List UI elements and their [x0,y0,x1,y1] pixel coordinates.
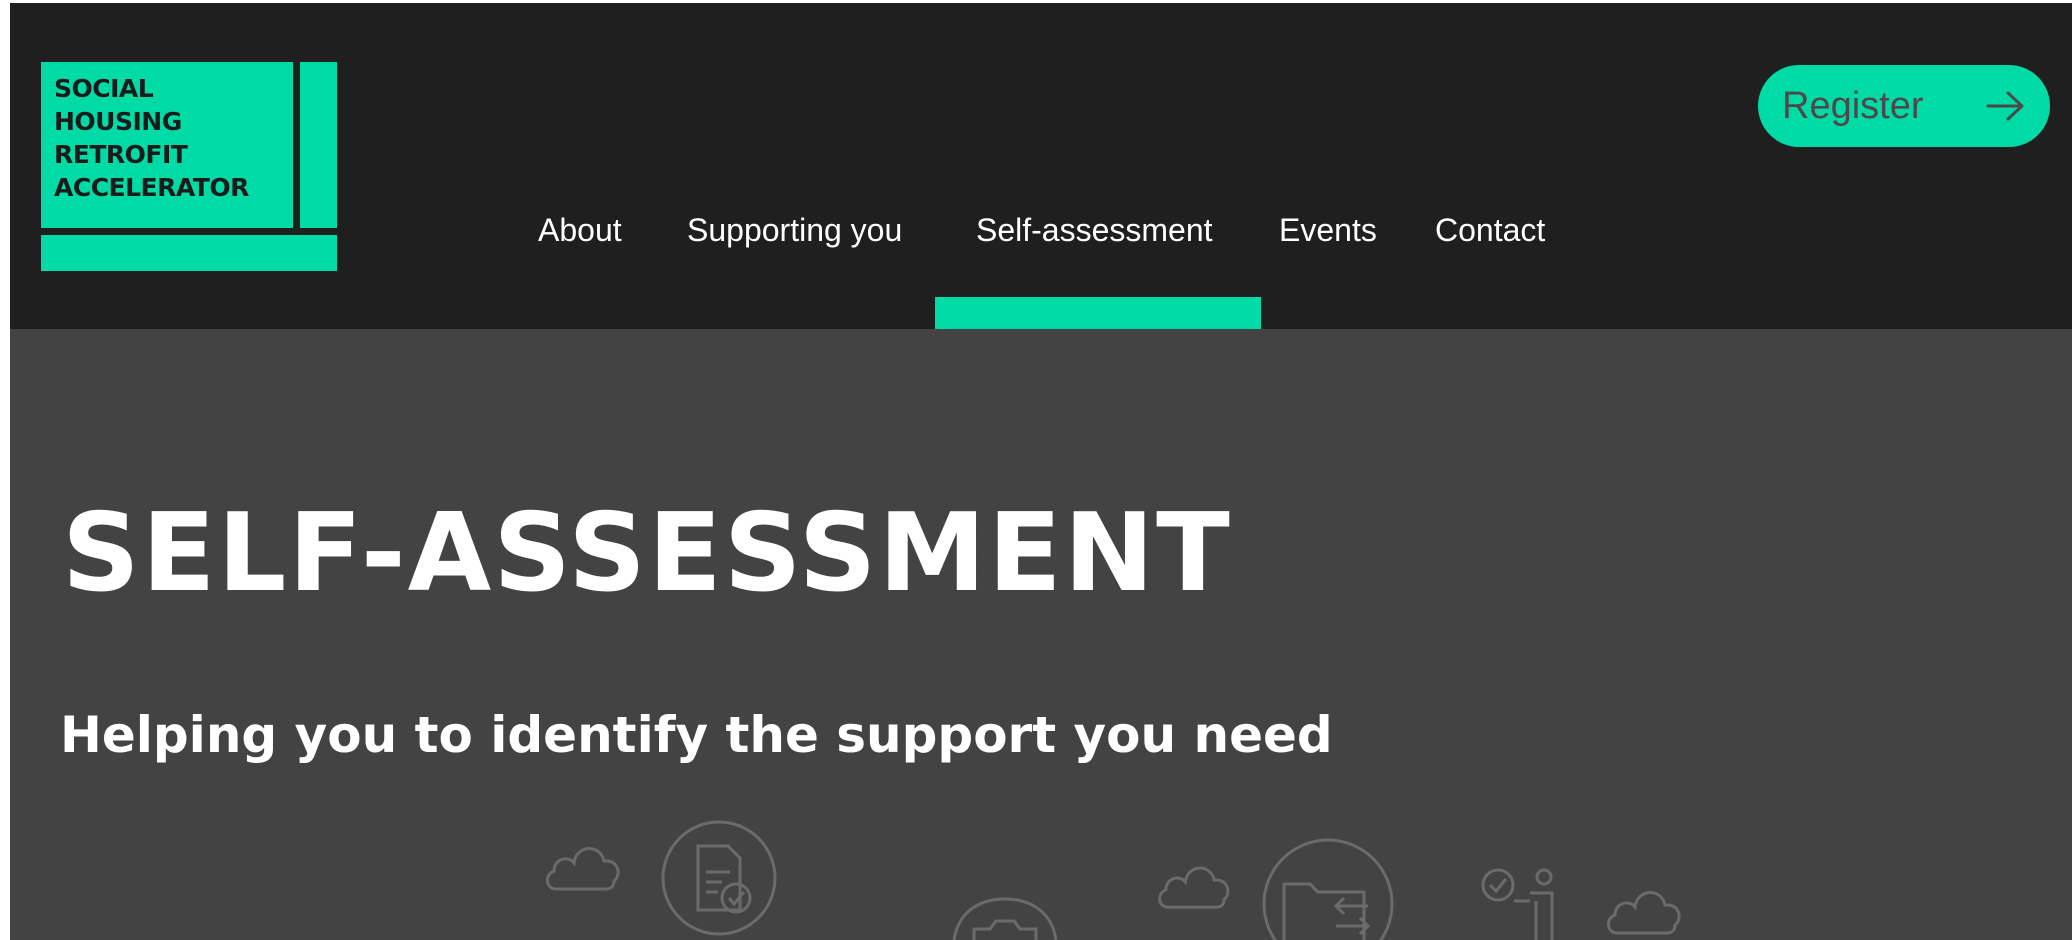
register-button[interactable]: Register [1758,65,2050,147]
cloud-icon [1607,891,1681,935]
cloud-icon [546,847,620,891]
arrow-right-icon [1986,91,2024,121]
logo-line-2: HOUSING [54,107,182,136]
document-check-icon [661,820,777,936]
page-frame: SOCIAL HOUSING RETROFIT ACCELERATOR Abou… [10,3,2072,940]
page-subtitle: Helping you to identify the support you … [60,706,1333,764]
person-checklist-icon [1481,868,1554,940]
folder-transfer-icon [1262,838,1394,940]
nav-item-supporting-you[interactable]: Supporting you [687,203,902,257]
logo-line-3: RETROFIT [54,140,188,169]
logo-line-4: ACCELERATOR [54,173,249,202]
register-label: Register [1782,85,1924,127]
nav-item-self-assessment[interactable]: Self-assessment [976,203,1213,257]
logo-line-1: SOCIAL [54,74,154,103]
nav-active-indicator [935,297,1261,329]
nav-item-contact[interactable]: Contact [1435,203,1545,257]
camera-icon [952,897,1058,940]
site-header: SOCIAL HOUSING RETROFIT ACCELERATOR Abou… [10,3,2072,329]
nav-item-about[interactable]: About [538,203,622,257]
cloud-icon [1158,866,1230,909]
nav-item-events[interactable]: Events [1279,203,1377,257]
main-nav: About Supporting you Self-assessment Eve… [10,203,2072,263]
page-title: SELF-ASSESSMENT [62,491,1232,616]
